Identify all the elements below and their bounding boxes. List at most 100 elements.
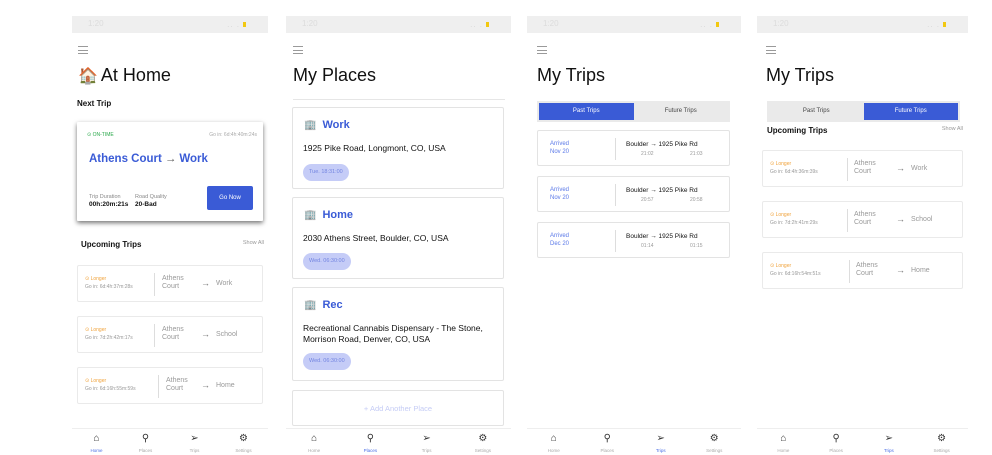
tab-places[interactable]: ⚲ Places bbox=[342, 429, 398, 455]
divider bbox=[293, 99, 505, 100]
tab-home[interactable]: ⌂ Home bbox=[527, 429, 581, 455]
battery-icon bbox=[486, 22, 489, 27]
trips-segmented-control: Past Trips Future Trips bbox=[767, 101, 960, 122]
status-bar: 1:20 .. . bbox=[757, 16, 968, 33]
arrow-right-icon: → bbox=[896, 265, 905, 275]
trips-segmented-control: Past Trips Future Trips bbox=[537, 101, 730, 122]
tab-settings[interactable]: ⚙ Settings bbox=[688, 429, 742, 455]
past-trip-card[interactable]: Arrived Nov 20 Boulder → 1925 Pike Rd 20:… bbox=[537, 176, 730, 212]
arrow-right-icon: → bbox=[201, 380, 210, 390]
next-trip-route: Athens Court → Work bbox=[89, 153, 208, 165]
location-pin-icon: ⚲ bbox=[366, 433, 375, 444]
clock-icon: ⊙ bbox=[85, 378, 90, 384]
status-time: 1:20 bbox=[302, 19, 318, 28]
tab-home[interactable]: ⌂ Home bbox=[757, 429, 810, 455]
future-trips-screen: 1:20 .. . My Trips Past Trips Future Tri… bbox=[757, 16, 968, 455]
arrow-right-icon: → bbox=[164, 153, 177, 165]
tab-past-trips[interactable]: Past Trips bbox=[769, 103, 864, 120]
tab-home[interactable]: ⌂ Home bbox=[72, 429, 121, 455]
clock-icon: ⊙ bbox=[87, 132, 92, 138]
tab-trips[interactable]: ➢ Trips bbox=[170, 429, 219, 455]
home-icon: ⌂ bbox=[311, 433, 318, 444]
tab-places[interactable]: ⚲ Places bbox=[810, 429, 863, 455]
tab-settings[interactable]: ⚙ Settings bbox=[455, 429, 511, 455]
bottom-tab-bar: ⌂ Home ⚲ Places ➢ Trips ⚙ Settings bbox=[527, 428, 741, 455]
go-now-button[interactable]: Go Now bbox=[207, 186, 253, 210]
arrow-right-icon: → bbox=[896, 214, 905, 224]
status-time: 1:20 bbox=[543, 19, 559, 28]
tab-trips[interactable]: ➢ Trips bbox=[863, 429, 916, 455]
clock-icon: ⊙ bbox=[85, 327, 90, 333]
page-title: 🏠 At Home bbox=[78, 65, 171, 85]
signal-icon: .. . bbox=[227, 20, 240, 29]
upcoming-trip-card[interactable]: ⊙ Longer Go in: 7d:2h:41m:29s Athens Cour… bbox=[762, 201, 963, 238]
tab-places[interactable]: ⚲ Places bbox=[581, 429, 635, 455]
places-screen: 1:20 .. . My Places 🏢 Work 1925 Pike Road… bbox=[286, 16, 511, 455]
bottom-tab-bar: ⌂ Home ⚲ Places ➢ Trips ⚙ Settings bbox=[72, 428, 268, 455]
tab-past-trips[interactable]: Past Trips bbox=[539, 103, 634, 120]
upcoming-trip-card[interactable]: ⊙ Longer Go in: 6d:16h:55m:59s Athens Cou… bbox=[77, 367, 263, 404]
tab-settings[interactable]: ⚙ Settings bbox=[219, 429, 268, 455]
status-bar: 1:20 .. . bbox=[527, 16, 741, 33]
bottom-tab-bar: ⌂ Home ⚲ Places ➢ Trips ⚙ Settings bbox=[757, 428, 968, 455]
place-card[interactable]: 🏢 Home 2030 Athens Street, Boulder, CO, U… bbox=[292, 197, 504, 279]
gear-icon: ⚙ bbox=[937, 433, 947, 444]
menu-icon[interactable] bbox=[766, 46, 776, 57]
on-time-badge: ⊙ ON-TIME bbox=[87, 132, 114, 138]
building-icon: 🏢 bbox=[304, 210, 317, 221]
time-pill: Tue. 18:31:00 bbox=[303, 164, 349, 181]
bottom-tab-bar: ⌂ Home ⚲ Places ➢ Trips ⚙ Settings bbox=[286, 428, 511, 455]
status-time: 1:20 bbox=[773, 19, 789, 28]
tab-settings[interactable]: ⚙ Settings bbox=[915, 429, 968, 455]
location-pin-icon: ⚲ bbox=[603, 433, 611, 444]
arrow-right-icon: → bbox=[650, 141, 657, 148]
next-trip-label: Next Trip bbox=[77, 99, 112, 108]
gear-icon: ⚙ bbox=[478, 433, 488, 444]
past-trip-card[interactable]: Arrived Nov 20 Boulder → 1925 Pike Rd 21:… bbox=[537, 130, 730, 166]
upcoming-trip-card[interactable]: ⊙ Longer Go in: 6d:16h:54m:51s Athens Cou… bbox=[762, 252, 963, 289]
place-card[interactable]: 🏢 Work 1925 Pike Road, Longmont, CO, USA … bbox=[292, 107, 504, 189]
signal-icon: .. . bbox=[700, 20, 713, 29]
tab-places[interactable]: ⚲ Places bbox=[121, 429, 170, 455]
road-quality: Road Quality 20-Bad bbox=[135, 194, 167, 208]
tab-trips[interactable]: ➢ Trips bbox=[399, 429, 455, 455]
menu-icon[interactable] bbox=[78, 46, 88, 57]
home-screen: 1:20 .. . 🏠 At Home Next Trip ⊙ ON-TIME G… bbox=[72, 16, 268, 455]
arrow-right-icon: → bbox=[201, 329, 210, 339]
place-card[interactable]: 🏢 Rec Recreational Cannabis Dispensary - … bbox=[292, 287, 504, 381]
page-title: My Trips bbox=[537, 65, 606, 85]
location-pin-icon: ⚲ bbox=[141, 433, 150, 444]
time-pill: Wed. 06:30:00 bbox=[303, 253, 351, 270]
upcoming-trip-card[interactable]: ⊙ Longer Go in: 7d:2h:42m:17s Athens Cour… bbox=[77, 316, 263, 353]
upcoming-trip-card[interactable]: ⊙ Longer Go in: 6d:4h:36m:39s Athens Cour… bbox=[762, 150, 963, 187]
gear-icon: ⚙ bbox=[709, 433, 719, 444]
add-place-button[interactable]: + Add Another Place bbox=[292, 390, 504, 426]
upcoming-trips-label: Upcoming Trips bbox=[767, 126, 828, 135]
arrow-right-icon: → bbox=[201, 278, 210, 288]
send-icon: ➢ bbox=[422, 433, 431, 444]
home-icon: ⌂ bbox=[93, 433, 100, 444]
menu-icon[interactable] bbox=[293, 46, 303, 57]
show-all-link[interactable]: Show All bbox=[243, 240, 264, 246]
building-icon: 🏢 bbox=[304, 300, 317, 311]
location-pin-icon: ⚲ bbox=[832, 433, 840, 444]
send-icon: ➢ bbox=[884, 433, 894, 444]
page-title: My Places bbox=[293, 65, 377, 85]
upcoming-trip-card[interactable]: ⊙ Longer Go in: 6d:4h:37m:28s Athens Cour… bbox=[77, 265, 263, 302]
clock-icon: ⊙ bbox=[85, 276, 90, 282]
tab-future-trips[interactable]: Future Trips bbox=[634, 103, 729, 120]
past-trip-card[interactable]: Arrived Dec 20 Boulder → 1925 Pike Rd 01:… bbox=[537, 222, 730, 258]
past-trips-screen: 1:20 .. . My Trips Past Trips Future Tri… bbox=[527, 16, 741, 455]
clock-icon: ⊙ bbox=[770, 263, 775, 269]
tab-trips[interactable]: ➢ Trips bbox=[634, 429, 688, 455]
show-all-link[interactable]: Show All bbox=[942, 126, 963, 132]
upcoming-trips-label: Upcoming Trips bbox=[81, 240, 142, 249]
menu-icon[interactable] bbox=[537, 46, 547, 57]
arrow-right-icon: → bbox=[650, 187, 657, 194]
signal-icon: .. . bbox=[470, 20, 483, 29]
tab-home[interactable]: ⌂ Home bbox=[286, 429, 342, 455]
next-trip-card[interactable]: ⊙ ON-TIME Go in: 6d:4h:40m:24s Athens Co… bbox=[77, 122, 263, 221]
arrow-right-icon: → bbox=[650, 233, 657, 240]
status-bar: 1:20 .. . bbox=[72, 16, 268, 33]
tab-future-trips[interactable]: Future Trips bbox=[863, 103, 958, 120]
